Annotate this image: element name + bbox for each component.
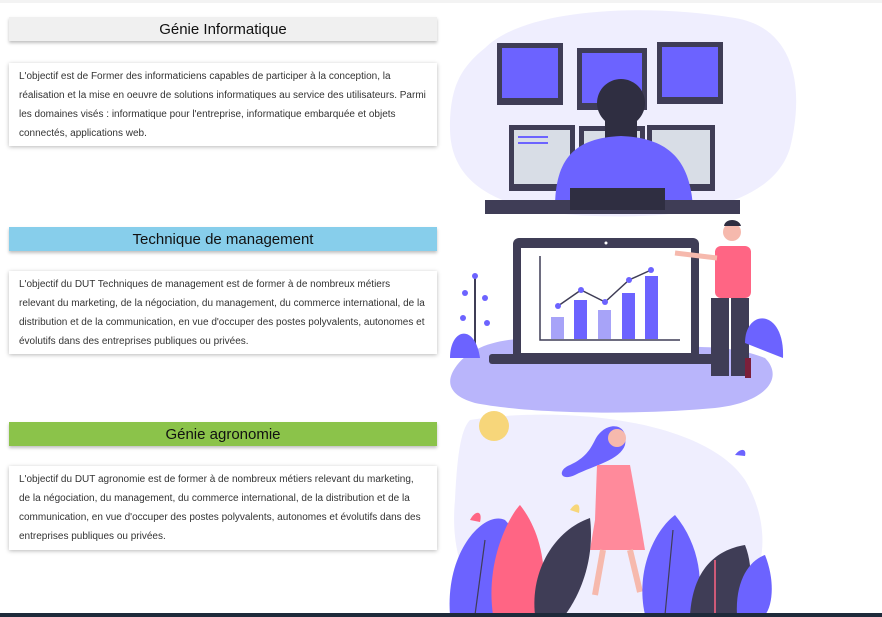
section-description-text: L'objectif est de Former des informatici… xyxy=(19,71,426,139)
section-description-text: L'objectif du DUT Techniques de manageme… xyxy=(19,279,425,347)
section-title-genie-informatique: Génie Informatique xyxy=(9,17,437,41)
section-title-technique-management: Technique de management xyxy=(9,227,437,251)
presentation-chart-illustration xyxy=(450,220,784,413)
top-divider xyxy=(0,0,882,3)
section-title-genie-agronomie: Génie agronomie xyxy=(9,422,437,446)
section-description-text: L'objectif du DUT agronomie est de forme… xyxy=(19,474,421,542)
section-title-text: Génie Informatique xyxy=(159,20,287,38)
section-description-genie-informatique: L'objectif est de Former des informatici… xyxy=(9,63,437,146)
nature-walk-illustration xyxy=(449,411,772,615)
section-description-technique-management: L'objectif du DUT Techniques de manageme… xyxy=(9,271,437,354)
section-title-text: Technique de management xyxy=(132,230,314,248)
programmer-illustration xyxy=(450,10,797,217)
section-title-text: Génie agronomie xyxy=(165,425,281,443)
section-description-genie-agronomie: L'objectif du DUT agronomie est de forme… xyxy=(9,466,437,550)
bottom-divider xyxy=(0,613,882,617)
